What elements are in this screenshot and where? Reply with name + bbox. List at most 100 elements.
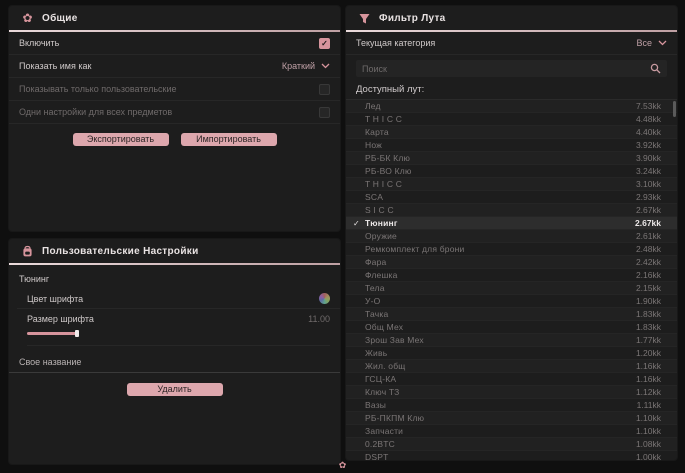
loot-item-value: 1.90kk xyxy=(636,296,661,306)
checkbox[interactable] xyxy=(319,84,330,95)
loot-item-name: Нож xyxy=(365,140,636,150)
loot-item-row[interactable]: Оружие2.61kk xyxy=(346,230,677,243)
loot-item-value: 1.83kk xyxy=(636,322,661,332)
loot-item-row[interactable]: Живь1.20kk xyxy=(346,347,677,360)
loot-item-row[interactable]: T H I C C3.10kk xyxy=(346,178,677,191)
loot-item-row[interactable]: Ремкомплект для брони2.48kk xyxy=(346,243,677,256)
custom-name-placeholder: Свое название xyxy=(19,357,81,367)
scrollbar-thumb[interactable] xyxy=(673,101,676,117)
loot-filter-panel: Фильтр Лута Текущая категория Все Поиск … xyxy=(345,5,678,461)
loot-item-value: 1.11kk xyxy=(637,400,661,410)
selected-item-label: Тюнинг xyxy=(9,265,340,289)
loot-item-name: S I C C xyxy=(365,205,636,215)
loot-item-row[interactable]: DSPT1.00kk xyxy=(346,451,677,461)
chevron-down-icon xyxy=(658,40,667,46)
import-button[interactable]: Импортировать xyxy=(181,133,277,146)
loot-item-name: Карта xyxy=(365,127,636,137)
loot-item-value: 1.16kk xyxy=(636,361,661,371)
loot-item-value: 3.24kk xyxy=(636,166,661,176)
category-row: Текущая категория Все xyxy=(346,32,677,55)
loot-item-row[interactable]: РБ-ПКПМ Клю1.10kk xyxy=(346,412,677,425)
custom-name-input[interactable]: Свое название xyxy=(9,352,340,373)
loot-item-value: 7.53kk xyxy=(636,101,661,111)
loot-item-row[interactable]: ✓Тюнинг2.67kk xyxy=(346,217,677,230)
loot-item-name: Зрош Зав Мех xyxy=(365,335,636,345)
loot-item-name: SCA xyxy=(365,192,636,202)
setting-label: Одни настройки для всех предметов xyxy=(19,107,172,117)
loot-item-row[interactable]: SCA2.93kk xyxy=(346,191,677,204)
loot-item-row[interactable]: Нож3.92kk xyxy=(346,139,677,152)
loot-item-name: РБ-ПКПМ Клю xyxy=(365,413,636,423)
loot-item-name: Запчасти xyxy=(365,426,636,436)
general-panel-title: Общие xyxy=(42,13,78,24)
loot-item-row[interactable]: S I C C2.67kk xyxy=(346,204,677,217)
loot-item-row[interactable]: РБ-ВО Клю3.24kk xyxy=(346,165,677,178)
general-settings-rows: Включить✓Показать имя какКраткийПоказыва… xyxy=(9,32,340,124)
loot-item-row[interactable]: Фара2.42kk xyxy=(346,256,677,269)
font-size-label: Размер шрифта xyxy=(27,314,94,324)
user-panel-title: Пользовательские Настройки xyxy=(42,246,199,257)
search-placeholder: Поиск xyxy=(362,64,387,74)
search-input[interactable]: Поиск xyxy=(356,60,667,77)
color-wheel-icon[interactable] xyxy=(319,293,330,304)
delete-button[interactable]: Удалить xyxy=(127,383,223,396)
export-button[interactable]: Экспортировать xyxy=(73,133,169,146)
loot-item-name: 0.2BTC xyxy=(365,439,636,449)
loot-item-name: Тюнинг xyxy=(365,218,635,228)
loot-item-row[interactable]: Запчасти1.10kk xyxy=(346,425,677,438)
loot-item-name: Жил. общ xyxy=(365,361,636,371)
loot-item-name: Ключ ТЗ xyxy=(365,387,636,397)
loot-item-name: T H I C C xyxy=(365,179,636,189)
font-color-row: Цвет шрифта xyxy=(17,289,340,309)
name-format-dropdown[interactable]: Краткий xyxy=(282,61,330,71)
loot-item-value: 1.00kk xyxy=(636,452,661,461)
loot-item-row[interactable]: Общ Мех1.83kk xyxy=(346,321,677,334)
loot-item-row[interactable]: У-О1.90kk xyxy=(346,295,677,308)
loot-item-row[interactable]: Тачка1.83kk xyxy=(346,308,677,321)
loot-item-row[interactable]: T H I C C4.48kk xyxy=(346,113,677,126)
font-color-label: Цвет шрифта xyxy=(27,294,83,304)
loot-item-row[interactable]: Тела2.15kk xyxy=(346,282,677,295)
loot-item-row[interactable]: Жил. общ1.16kk xyxy=(346,360,677,373)
loot-item-row[interactable]: Лед7.53kk xyxy=(346,100,677,113)
loot-item-row[interactable]: Карта4.40kk xyxy=(346,126,677,139)
loot-panel-header: Фильтр Лута xyxy=(346,6,677,30)
loot-item-name: Ремкомплект для брони xyxy=(365,244,636,254)
loot-item-row[interactable]: Вазы1.11kk xyxy=(346,399,677,412)
loot-item-value: 1.08kk xyxy=(636,439,661,449)
checkbox[interactable] xyxy=(319,107,330,118)
setting-row: Одни настройки для всех предметов xyxy=(9,101,340,124)
loot-item-name: Тачка xyxy=(365,309,636,319)
export-import-row: Экспортировать Импортировать xyxy=(9,124,340,146)
loot-item-row[interactable]: Зрош Зав Мех1.77kk xyxy=(346,334,677,347)
setting-label: Включить xyxy=(19,38,59,48)
loot-item-row[interactable]: Ключ ТЗ1.12kk xyxy=(346,386,677,399)
user-panel-header: Пользовательские Настройки xyxy=(9,239,340,263)
loot-item-row[interactable]: РБ-БК Клю3.90kk xyxy=(346,152,677,165)
font-size-slider[interactable] xyxy=(27,330,330,346)
funnel-icon xyxy=(358,12,371,25)
backpack-icon xyxy=(21,245,34,258)
checkbox[interactable]: ✓ xyxy=(319,38,330,49)
setting-row: Показать имя как Краткий xyxy=(9,55,340,78)
general-settings-panel: ✿ Общие Включить✓Показать имя какКраткий… xyxy=(8,5,341,232)
loot-item-name: DSPT xyxy=(365,452,636,461)
available-loot-label: Доступный лут: xyxy=(346,77,677,99)
loot-item-value: 1.83kk xyxy=(636,309,661,319)
loot-item-row[interactable]: Флешка2.16kk xyxy=(346,269,677,282)
loot-item-value: 4.48kk xyxy=(636,114,661,124)
loot-item-row[interactable]: 0.2BTC1.08kk xyxy=(346,438,677,451)
loot-item-name: У-О xyxy=(365,296,636,306)
loot-item-value: 2.15kk xyxy=(636,283,661,293)
font-size-value: 11.00 xyxy=(308,314,330,324)
loot-item-name: Фара xyxy=(365,257,636,267)
setting-label: Показать имя как xyxy=(19,61,91,71)
user-settings-panel: Пользовательские Настройки Тюнинг Цвет ш… xyxy=(8,238,341,465)
search-icon xyxy=(650,63,661,74)
scrollbar[interactable] xyxy=(673,100,676,461)
category-dropdown[interactable]: Все xyxy=(636,38,667,48)
loot-item-value: 3.90kk xyxy=(636,153,661,163)
loot-item-row[interactable]: ГСЦ-КА1.16kk xyxy=(346,373,677,386)
bottom-anchor-icon: ✿ xyxy=(337,460,348,471)
slider-handle[interactable] xyxy=(75,330,79,337)
